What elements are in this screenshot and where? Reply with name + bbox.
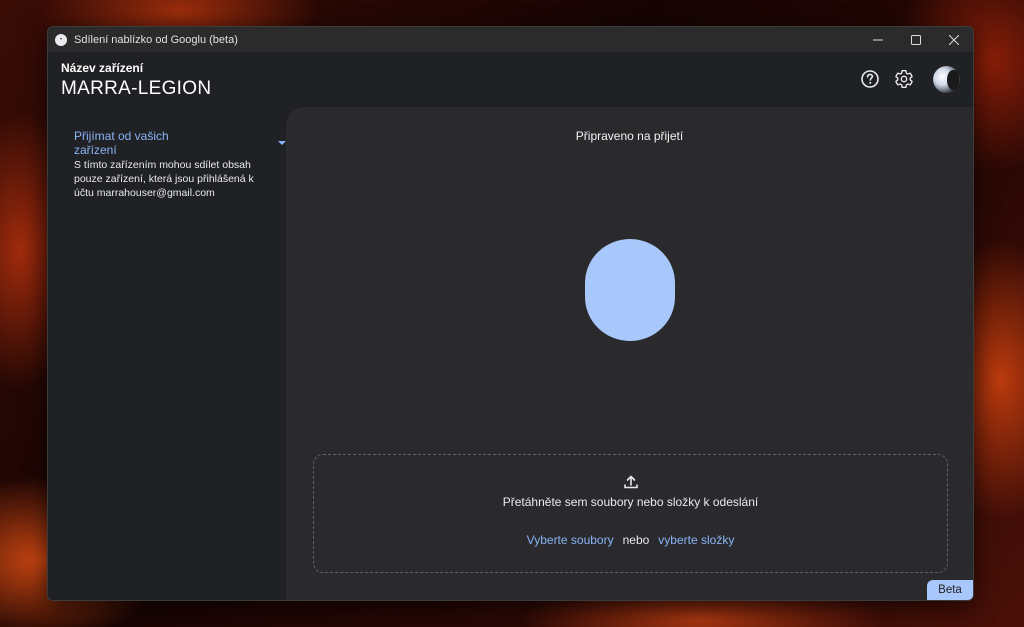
window-title: Sdílení nablízko od Googlu (beta): [74, 33, 238, 46]
choose-row: Vyberte soubory nebo vyberte složky: [314, 533, 947, 547]
device-blob-icon: [585, 239, 675, 341]
account-avatar[interactable]: [933, 66, 960, 93]
close-icon: [949, 34, 959, 45]
beta-badge: Beta: [927, 580, 973, 600]
minimize-icon: [873, 39, 883, 40]
app-icon-glyph: •: [59, 36, 63, 43]
receive-mode-label: Přijímat od vašich zařízení: [74, 129, 169, 157]
receive-status: Připraveno na přijetí: [575, 129, 684, 143]
settings-button[interactable]: [893, 68, 915, 90]
chevron-down-icon: [278, 141, 286, 145]
or-separator: nebo: [622, 533, 650, 547]
maximize-button[interactable]: [897, 27, 935, 52]
dropzone-text: Přetáhněte sem soubory nebo složky k ode…: [502, 495, 759, 509]
title-bar[interactable]: • Sdílení nablízko od Googlu (beta): [48, 27, 973, 52]
upload-icon: [624, 475, 638, 489]
help-button[interactable]: [859, 68, 881, 90]
app-window: • Sdílení nablízko od Googlu (beta) Náze…: [47, 26, 974, 601]
window-controls: [859, 27, 973, 52]
visibility-description: S tímto zařízením mohou sdílet obsah pou…: [74, 159, 254, 199]
help-circle-icon: [861, 70, 879, 88]
gear-icon: [895, 70, 913, 89]
file-dropzone[interactable]: Přetáhněte sem soubory nebo složky k ode…: [313, 454, 948, 573]
app-icon: •: [55, 33, 67, 46]
minimize-button[interactable]: [859, 27, 897, 52]
receive-mode-dropdown[interactable]: Přijímat od vašich zařízení: [74, 129, 286, 157]
close-button[interactable]: [935, 27, 973, 52]
device-name: MARRA-LEGION: [61, 78, 212, 99]
sidebar: Přijímat od vašich zařízení S tímto zaří…: [48, 107, 286, 600]
main-panel: Připraveno na přijetí Přetáhněte sem sou…: [286, 107, 973, 600]
maximize-icon: [911, 34, 921, 45]
choose-folders-link[interactable]: vyberte složky: [658, 533, 734, 547]
choose-files-link[interactable]: Vyberte soubory: [527, 533, 614, 547]
device-name-label: Název zařízení: [61, 61, 144, 75]
